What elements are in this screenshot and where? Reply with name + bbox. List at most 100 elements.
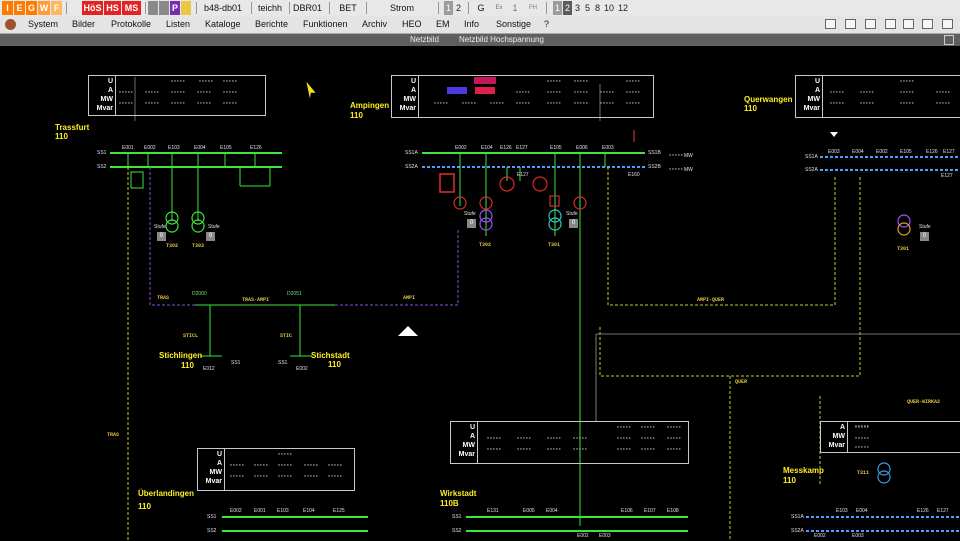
alarm-hs-button[interactable]: HS: [104, 1, 121, 15]
station-stichlingen-name[interactable]: Stichlingen: [159, 351, 202, 360]
ex-button[interactable]: Ex: [493, 1, 505, 15]
transformer-label[interactable]: T303: [192, 243, 204, 249]
window-list-icon[interactable]: [825, 19, 836, 29]
level-1-button[interactable]: 1: [553, 1, 562, 15]
station-ampingen-name[interactable]: Ampingen: [350, 101, 389, 110]
document-icon[interactable]: [845, 19, 856, 29]
feeder-label[interactable]: E127: [937, 508, 949, 514]
line-label[interactable]: TRAS: [157, 295, 169, 301]
station-querwangen-name[interactable]: Querwangen: [744, 95, 792, 104]
feeder-label[interactable]: E003: [602, 145, 614, 151]
feeder-label[interactable]: E002: [230, 508, 242, 514]
menu-funktionen[interactable]: Funktionen: [303, 18, 348, 31]
menu-kataloge[interactable]: Kataloge: [205, 18, 241, 31]
copy-icon[interactable]: [922, 19, 933, 29]
transformer-label[interactable]: T301: [897, 246, 909, 252]
g-button[interactable]: G: [476, 1, 486, 15]
feeder-label[interactable]: E108: [667, 508, 679, 514]
line-label[interactable]: STICL: [183, 333, 198, 339]
status-w-button[interactable]: W: [38, 1, 50, 15]
status-e-button[interactable]: E: [14, 1, 25, 15]
menu-listen[interactable]: Listen: [166, 18, 190, 31]
station-ueberlandingen-name[interactable]: Überlandingen: [138, 489, 194, 498]
status-i-button[interactable]: I: [2, 1, 13, 15]
undock-icon[interactable]: [944, 35, 954, 45]
feeder-label[interactable]: E002: [455, 145, 467, 151]
feeder-label[interactable]: E006: [576, 145, 588, 151]
feeder-label[interactable]: E126: [250, 145, 262, 151]
feeder-label[interactable]: E003: [599, 533, 611, 539]
menu-bilder[interactable]: Bilder: [72, 18, 95, 31]
feeder-label[interactable]: E126: [926, 149, 938, 155]
feeder-label[interactable]: E103: [168, 145, 180, 151]
line-label[interactable]: QUER-WIRKA2: [907, 399, 940, 405]
feeder-label[interactable]: E106: [621, 508, 633, 514]
feeder-label[interactable]: E002: [814, 533, 826, 539]
line-label[interactable]: STIC: [280, 333, 292, 339]
feeder-label[interactable]: E001: [122, 145, 134, 151]
feeder-label[interactable]: E012: [203, 366, 215, 372]
view-2-button[interactable]: 2: [454, 1, 463, 15]
feeder-label[interactable]: E126: [500, 145, 512, 151]
menu-system[interactable]: System: [28, 18, 58, 31]
station-trassfurt-name[interactable]: Trassfurt: [55, 123, 89, 132]
export-icon[interactable]: [942, 19, 953, 29]
alarm-tag-red[interactable]: [474, 77, 496, 84]
menu-heo[interactable]: HEO: [402, 18, 422, 31]
menu-help[interactable]: ?: [544, 18, 549, 31]
level-2-button[interactable]: 2: [563, 1, 572, 15]
feeder-label[interactable]: E127: [941, 173, 953, 179]
view-1-button[interactable]: 1: [444, 1, 453, 15]
line-label[interactable]: AMPI: [403, 295, 415, 301]
menu-sonstige[interactable]: Sonstige: [496, 18, 531, 31]
menu-info[interactable]: Info: [464, 18, 479, 31]
alarm-ms-button[interactable]: MS: [122, 1, 141, 15]
table-icon[interactable]: [865, 19, 876, 29]
feeder-label[interactable]: E003: [828, 149, 840, 155]
gray-button-1[interactable]: [148, 1, 158, 15]
feeder-label[interactable]: E126: [917, 508, 929, 514]
feeder-label[interactable]: E103: [836, 508, 848, 514]
alarm-tag-red-2[interactable]: [475, 87, 495, 94]
one-button[interactable]: 1: [511, 1, 519, 15]
feeder-label[interactable]: E103: [277, 508, 289, 514]
tap-indicator[interactable]: 0: [206, 232, 215, 241]
tap-indicator[interactable]: 0: [569, 219, 578, 228]
feeder-label[interactable]: E002: [876, 149, 888, 155]
switch-label[interactable]: D2051: [287, 291, 302, 297]
feeder-label[interactable]: E005: [523, 508, 535, 514]
feeder-label[interactable]: E001: [254, 508, 266, 514]
feeder-label[interactable]: E104: [303, 508, 315, 514]
grid-diagram-canvas[interactable]: U A MW Mvar ***** ***** ***** ***** ****…: [0, 46, 960, 541]
menu-archiv[interactable]: Archiv: [362, 18, 387, 31]
transformer-label[interactable]: T302: [166, 243, 178, 249]
line-label[interactable]: AMPI-QUER: [697, 297, 724, 303]
p-button[interactable]: P: [170, 1, 180, 15]
feeder-label[interactable]: E105: [550, 145, 562, 151]
level-12-button[interactable]: 12: [617, 1, 629, 15]
feeder-label[interactable]: E003: [852, 533, 864, 539]
tap-indicator[interactable]: 0: [467, 219, 476, 228]
tap-indicator[interactable]: 0: [920, 232, 929, 241]
status-g-button[interactable]: G: [26, 1, 37, 15]
feeder-label[interactable]: E105: [220, 145, 232, 151]
alarm-tag-blue[interactable]: [447, 87, 467, 94]
feeder-label[interactable]: E002: [144, 145, 156, 151]
switch-label[interactable]: D2000: [192, 291, 207, 297]
station-stichstadt-name[interactable]: Stichstadt: [311, 351, 350, 360]
station-messkamp-name[interactable]: Messkamp: [783, 466, 824, 475]
tap-indicator[interactable]: 0: [157, 232, 166, 241]
feeder-label[interactable]: E004: [194, 145, 206, 151]
line-label[interactable]: QUER: [735, 379, 747, 385]
level-10-button[interactable]: 10: [603, 1, 615, 15]
feeder-label[interactable]: E105: [900, 149, 912, 155]
level-8-button[interactable]: 8: [593, 1, 602, 15]
feeder-label[interactable]: E004: [852, 149, 864, 155]
level-5-button[interactable]: 5: [583, 1, 592, 15]
tab-netzbild-hochspannung[interactable]: Netzbild Hochspannung: [459, 34, 544, 46]
feeder-label[interactable]: E004: [546, 508, 558, 514]
fh-button[interactable]: FH: [527, 1, 539, 15]
level-3-button[interactable]: 3: [573, 1, 582, 15]
feeder-label[interactable]: E131: [487, 508, 499, 514]
transformer-label[interactable]: T311: [857, 470, 869, 476]
